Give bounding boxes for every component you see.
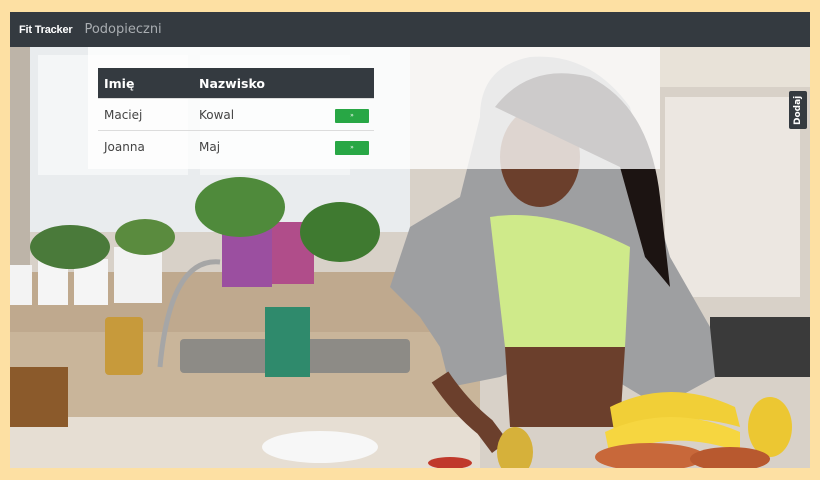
column-header-first-name: Imię — [98, 68, 193, 99]
cell-action: » — [329, 98, 374, 131]
cell-action: » — [329, 130, 374, 162]
column-header-last-name: Nazwisko — [193, 68, 329, 99]
nav-link-podopieczni[interactable]: Podopieczni — [84, 22, 161, 37]
cell-first-name: Joanna — [98, 130, 193, 162]
app-frame: Fit Tracker Podopieczni Imię Nazwisko Ma… — [10, 12, 810, 468]
column-header-actions — [329, 68, 374, 99]
table-header-row: Imię Nazwisko — [98, 68, 374, 99]
table-row: Joanna Maj » — [98, 130, 374, 162]
clients-panel: Imię Nazwisko Maciej Kowal » Joanna Maj — [88, 47, 660, 169]
open-client-button[interactable]: » — [335, 141, 369, 155]
cell-last-name: Kowal — [193, 98, 329, 131]
cell-last-name: Maj — [193, 130, 329, 162]
brand-logo[interactable]: Fit Tracker — [19, 24, 73, 36]
table-row: Maciej Kowal » — [98, 98, 374, 131]
open-client-button[interactable]: » — [335, 109, 369, 123]
cell-first-name: Maciej — [98, 98, 193, 131]
add-client-button[interactable]: Dodaj — [789, 91, 807, 129]
top-navbar: Fit Tracker Podopieczni — [10, 12, 810, 47]
clients-table: Imię Nazwisko Maciej Kowal » Joanna Maj — [98, 68, 374, 162]
